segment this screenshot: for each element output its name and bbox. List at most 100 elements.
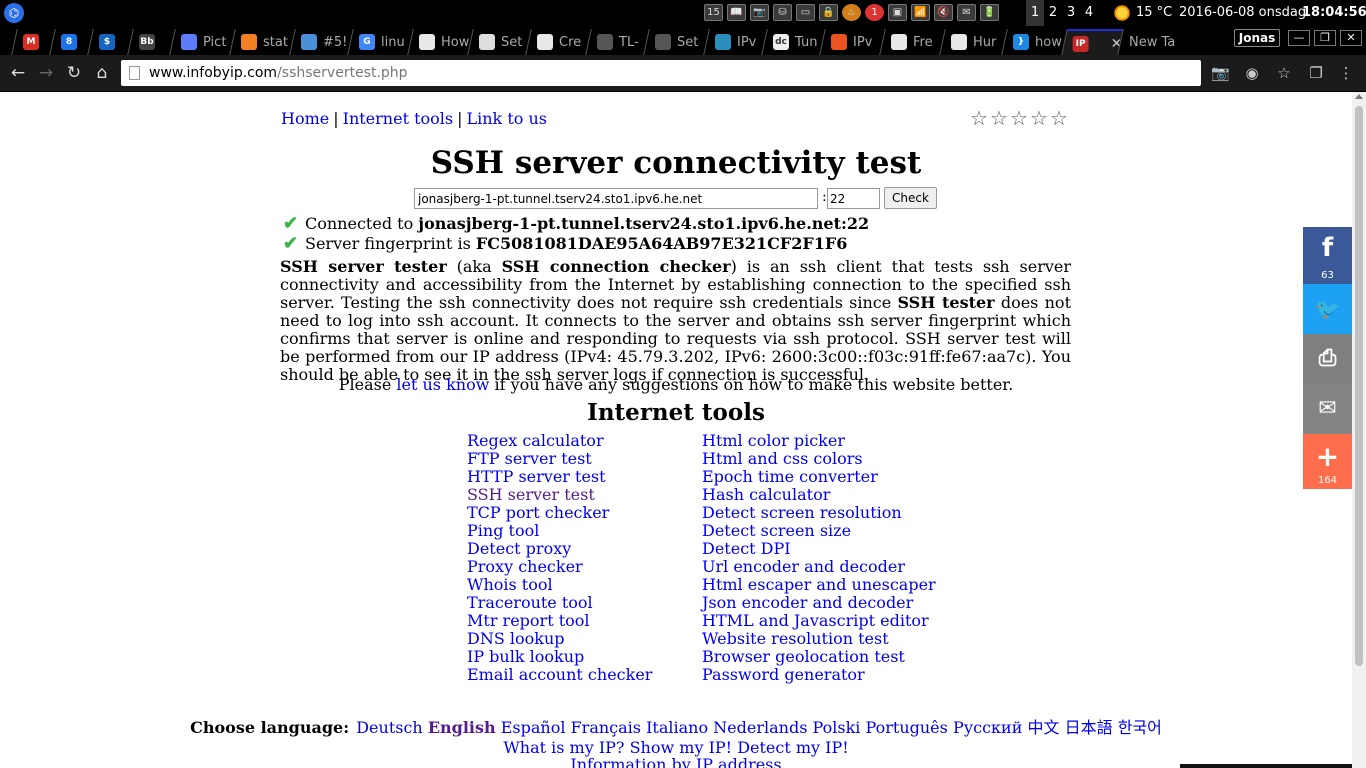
tray-icon[interactable]: ⛁ — [773, 4, 792, 21]
tool-link[interactable]: Html and css colors — [702, 449, 863, 468]
language-link[interactable]: Português — [866, 718, 948, 737]
tool-link[interactable]: Detect screen resolution — [702, 503, 902, 522]
app-menu-logo-icon[interactable]: ⌬ — [4, 3, 24, 23]
tool-link[interactable]: Url encoder and decoder — [702, 557, 905, 576]
tool-link[interactable]: Json encoder and decoder — [702, 593, 913, 612]
tool-link[interactable]: HTTP server test — [467, 467, 606, 486]
share-email-button[interactable]: ✉ — [1303, 384, 1352, 434]
workspace-2[interactable]: 2 — [1044, 0, 1062, 26]
tool-link[interactable]: Browser geolocation test — [702, 647, 905, 666]
tray-icon[interactable]: 📷 — [750, 4, 769, 21]
tab[interactable]: Set — [467, 29, 531, 55]
tool-link[interactable]: Whois tool — [467, 575, 553, 594]
language-link[interactable]: Русский — [953, 718, 1022, 737]
share-facebook-button[interactable]: f 63 — [1303, 227, 1352, 284]
tab[interactable]: } how — [1001, 29, 1067, 55]
tool-link[interactable]: Email account checker — [467, 665, 652, 684]
tool-link[interactable]: Hash calculator — [702, 485, 830, 504]
tab[interactable]: M — [11, 29, 55, 55]
tray-icon[interactable]: 🔒 — [819, 4, 838, 21]
tab[interactable]: dc Tun — [761, 29, 825, 55]
tab[interactable]: Bb — [127, 29, 175, 55]
tool-link[interactable]: DNS lookup — [467, 629, 565, 648]
close-window-button[interactable]: ✕ — [1340, 30, 1362, 46]
nav-link-to-us-link[interactable]: Link to us — [467, 109, 548, 128]
tray-icon[interactable]: ✉ — [957, 4, 976, 21]
tab[interactable]: Cre — [525, 29, 591, 55]
rating-star-icon[interactable]: ☆ — [990, 106, 1010, 130]
nav-internet-tools-link[interactable]: Internet tools — [343, 109, 453, 128]
tab-active[interactable]: IP ✕ — [1061, 29, 1123, 55]
minimize-button[interactable]: — — [1288, 30, 1310, 46]
tool-link[interactable]: TCP port checker — [467, 503, 609, 522]
tray-icon[interactable]: ♨ — [842, 4, 861, 21]
tray-icon[interactable]: ▭ — [796, 4, 815, 21]
tab[interactable]: New Ta — [1117, 29, 1189, 55]
restore-button[interactable]: ❐ — [1314, 30, 1336, 46]
workspace-3[interactable]: 3 — [1062, 0, 1080, 26]
menu-icon[interactable]: ⋮ — [1337, 64, 1355, 82]
rating-star-icon[interactable]: ☆ — [1050, 106, 1070, 130]
footer-link[interactable]: Information by IP address — [570, 755, 781, 768]
language-link[interactable]: Español — [501, 718, 566, 737]
tool-link[interactable]: Regex calculator — [467, 431, 604, 450]
back-button[interactable]: ← — [7, 62, 29, 84]
nav-home-link[interactable]: Home — [281, 109, 329, 128]
home-button[interactable]: ⌂ — [91, 62, 113, 84]
language-link[interactable]: 한국어 — [1118, 718, 1162, 737]
rating-star-icon[interactable]: ☆ — [1030, 106, 1050, 130]
tab[interactable]: Set — [643, 29, 709, 55]
tab[interactable]: Glinu — [347, 29, 413, 55]
tool-link[interactable]: Password generator — [702, 665, 865, 684]
language-link[interactable]: Polski — [813, 718, 861, 737]
rating-star-icon[interactable]: ☆ — [970, 106, 990, 130]
workspace-4[interactable]: 4 — [1080, 0, 1098, 26]
tool-link[interactable]: SSH server test — [467, 485, 595, 504]
share-print-button[interactable]: ⎙ — [1303, 334, 1352, 384]
language-link[interactable]: Français — [571, 718, 641, 737]
tool-link[interactable]: HTML and Javascript editor — [702, 611, 929, 630]
tab[interactable]: 8 — [49, 29, 93, 55]
tray-icon[interactable]: 🔇 — [934, 4, 953, 21]
tab[interactable]: #5! — [289, 29, 353, 55]
scrollbar-thumb[interactable] — [1355, 106, 1363, 666]
camera-icon[interactable]: 📷 — [1211, 64, 1230, 82]
tool-link[interactable]: Detect screen size — [702, 521, 851, 540]
share-twitter-button[interactable]: 🐦 — [1303, 284, 1352, 334]
check-button[interactable]: Check — [884, 187, 937, 209]
tool-link[interactable]: Traceroute tool — [467, 593, 593, 612]
tab[interactable]: stat — [229, 29, 295, 55]
rating-star-icon[interactable]: ☆ — [1010, 106, 1030, 130]
tray-icon[interactable]: 15 — [704, 4, 723, 21]
tool-link[interactable]: Proxy checker — [467, 557, 583, 576]
tool-link[interactable]: Mtr report tool — [467, 611, 590, 630]
language-link[interactable]: 日本語 — [1065, 718, 1113, 737]
bookmark-star-icon[interactable]: ☆ — [1275, 64, 1293, 82]
tab[interactable]: IPv — [819, 29, 885, 55]
profile-button[interactable]: Jonas — [1234, 29, 1280, 47]
tool-link[interactable]: Detect proxy — [467, 539, 571, 558]
language-link[interactable]: Nederlands — [713, 718, 807, 737]
tab[interactable]: Hur — [939, 29, 1007, 55]
language-link[interactable]: English — [428, 718, 496, 737]
tool-link[interactable]: Website resolution test — [702, 629, 889, 648]
tab[interactable]: IPv — [703, 29, 767, 55]
tool-link[interactable]: Html escaper and unescaper — [702, 575, 936, 594]
address-bar[interactable]: www.infobyip.com/sshservertest.php — [121, 60, 1201, 86]
tool-link[interactable]: Html color picker — [702, 431, 845, 450]
cast-icon[interactable]: ❐ — [1307, 64, 1325, 82]
tool-link[interactable]: FTP server test — [467, 449, 592, 468]
tab[interactable]: Pict — [169, 29, 235, 55]
tool-link[interactable]: Detect DPI — [702, 539, 791, 558]
tab[interactable]: $ — [87, 29, 133, 55]
forward-button[interactable]: → — [35, 62, 57, 84]
let-us-know-link[interactable]: let us know — [396, 375, 489, 394]
extension-icon[interactable]: ◉ — [1243, 64, 1261, 82]
tray-icon[interactable]: ▣ — [888, 4, 907, 21]
tab[interactable]: TL- — [585, 29, 649, 55]
tab[interactable]: Fre — [879, 29, 945, 55]
port-input[interactable] — [827, 188, 880, 209]
language-link[interactable]: Deutsch — [356, 718, 423, 737]
language-link[interactable]: 中文 — [1027, 718, 1059, 737]
language-link[interactable]: Italiano — [646, 718, 708, 737]
